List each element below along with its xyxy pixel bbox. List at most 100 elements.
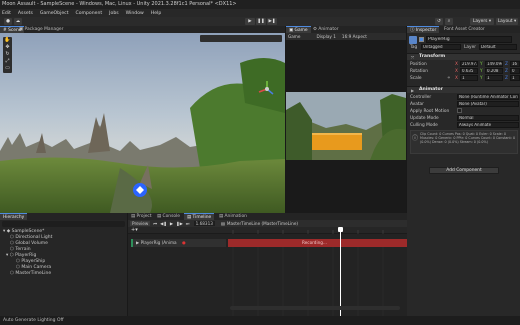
axis-x-label: X bbox=[455, 62, 458, 67]
hierarchy-search-input[interactable] bbox=[2, 221, 125, 227]
play-button[interactable]: ▶ bbox=[245, 18, 255, 25]
hierarchy-item-directional-light[interactable]: ⬡ Directional Light bbox=[10, 235, 52, 240]
scene-render bbox=[0, 33, 285, 213]
transform-header[interactable]: Transform bbox=[407, 53, 520, 60]
tab-animation[interactable]: ▤ Animation bbox=[216, 213, 250, 220]
animator-info-text: Clip Count: 0 Curves Pos: 0 Quat: 0 Eule… bbox=[420, 132, 516, 144]
track-header-playerrig[interactable]: ▶ PlayerRig (Anima ● bbox=[131, 239, 226, 247]
aspect-dropdown[interactable]: 16:9 Aspect bbox=[342, 34, 367, 39]
hierarchy-item-samplescene[interactable]: ▾ ◆ SampleScene* bbox=[3, 229, 44, 234]
root-motion-label: Apply Root Motion bbox=[410, 109, 450, 114]
tag-dropdown[interactable]: Untagged bbox=[421, 44, 461, 50]
timeline-ruler[interactable] bbox=[228, 227, 407, 234]
rect-tool-icon[interactable]: ▭ bbox=[3, 65, 12, 72]
animator-header[interactable]: Animator bbox=[407, 86, 520, 93]
menu-window[interactable]: Window bbox=[126, 11, 144, 16]
record-icon[interactable]: ● bbox=[182, 240, 186, 245]
window-title: Moon Assault - SampleScene - Windows, Ma… bbox=[0, 0, 520, 9]
update-mode-label: Update Mode bbox=[410, 116, 439, 121]
add-component-button[interactable]: Add Component bbox=[429, 167, 499, 174]
tab-hierarchy[interactable]: Hierarchy bbox=[0, 213, 28, 220]
position-y-field[interactable]: 149.094 bbox=[485, 61, 503, 67]
tab-timeline[interactable]: ▤ Timeline bbox=[184, 213, 215, 220]
tab-inspector[interactable]: ⓘ Inspector bbox=[407, 26, 440, 33]
next-frame-icon[interactable]: ❚▶ bbox=[176, 221, 183, 226]
add-track-icon[interactable]: +▾ bbox=[131, 227, 138, 233]
layers-dropdown[interactable]: Layers ▾ bbox=[470, 18, 494, 25]
object-name-field[interactable]: PlayerRig bbox=[426, 36, 512, 43]
scene-view[interactable]: ✋ ✥ ↻ ⤢ ▭ bbox=[0, 33, 285, 213]
rotation-x-field[interactable]: 0.635 bbox=[460, 68, 478, 74]
recording-clip[interactable]: Recording... bbox=[228, 239, 407, 247]
position-label: Position bbox=[410, 62, 427, 67]
tab-game[interactable]: ▣ Game bbox=[286, 26, 311, 33]
scale-y-field[interactable]: 1 bbox=[485, 75, 503, 81]
prev-frame-icon[interactable]: ◀❚ bbox=[160, 221, 167, 226]
axis-y-label: Y bbox=[480, 62, 483, 67]
root-motion-checkbox[interactable] bbox=[457, 108, 462, 113]
active-checkbox[interactable] bbox=[419, 37, 424, 42]
hand-tool-icon[interactable]: ✋ bbox=[3, 37, 12, 44]
step-button[interactable]: ▶❚ bbox=[267, 18, 277, 25]
tab-animator[interactable]: ⚙ Animator bbox=[310, 26, 342, 33]
tab-console[interactable]: ▤ Console bbox=[154, 213, 183, 220]
timeline-scrollbar[interactable] bbox=[230, 306, 400, 310]
info-icon: ⓘ bbox=[412, 135, 419, 142]
game-mode-dropdown[interactable]: Game bbox=[288, 34, 300, 39]
scale-tool-icon[interactable]: ⤢ bbox=[3, 58, 12, 65]
rotate-tool-icon[interactable]: ↻ bbox=[3, 51, 12, 58]
bottom-tabbar: ▤ Project ▤ Console ▤ Timeline ▤ Animati… bbox=[128, 213, 407, 220]
scale-z-field[interactable]: 1 bbox=[510, 75, 520, 81]
layout-dropdown[interactable]: Layout ▾ bbox=[496, 18, 518, 25]
hierarchy-item-main-camera[interactable]: ⬡ Main Camera bbox=[16, 265, 51, 270]
game-toolbar: Game Display 1 16:9 Aspect bbox=[286, 33, 406, 40]
account-icon[interactable]: ● bbox=[4, 18, 12, 25]
layer-label: Layer bbox=[464, 45, 476, 50]
controller-field[interactable]: None (Runtime Animator Controller) bbox=[457, 94, 519, 100]
axis-x-label: X bbox=[455, 69, 458, 74]
hierarchy-item-playerrig[interactable]: ▾ ⬡ PlayerRig bbox=[6, 253, 36, 258]
tab-font-asset-creator[interactable]: Font Asset Creator bbox=[441, 26, 488, 33]
tab-package-manager[interactable]: ▣ Package Manager bbox=[16, 26, 66, 33]
position-z-field[interactable]: 16 bbox=[510, 61, 520, 67]
menu-gameobject[interactable]: GameObject bbox=[40, 11, 69, 16]
hierarchy-item-terrain[interactable]: ⬡ Terrain bbox=[10, 247, 31, 252]
goto-start-icon[interactable]: ⏮ bbox=[153, 221, 157, 226]
link-icon[interactable]: ⚭ bbox=[447, 76, 451, 81]
menu-edit[interactable]: Edit bbox=[2, 11, 11, 16]
update-mode-dropdown[interactable]: Normal bbox=[457, 115, 519, 121]
rotation-y-field[interactable]: 0.208 bbox=[485, 68, 503, 74]
menu-help[interactable]: Help bbox=[151, 11, 161, 16]
menu-assets[interactable]: Assets bbox=[18, 11, 33, 16]
timeline-play-icon[interactable]: ▶ bbox=[170, 221, 173, 226]
scene-view-options[interactable] bbox=[200, 35, 282, 42]
move-tool-icon[interactable]: ✥ bbox=[3, 44, 12, 51]
goto-end-icon[interactable]: ⏭ bbox=[186, 221, 190, 226]
scene-tabbar: # Scene ▣ Package Manager bbox=[0, 26, 285, 33]
cloud-icon[interactable]: ☁ bbox=[14, 18, 22, 25]
hierarchy-item-global-volume[interactable]: ⬡ Global Volume bbox=[10, 241, 48, 246]
menu-component[interactable]: Component bbox=[76, 11, 103, 16]
avatar-field[interactable]: None (Avatar) bbox=[457, 101, 519, 107]
timeline-playhead[interactable] bbox=[340, 228, 341, 316]
layer-dropdown[interactable]: Default bbox=[479, 44, 517, 50]
preview-button[interactable]: Preview bbox=[130, 221, 151, 226]
history-icon[interactable]: ↺ bbox=[435, 18, 443, 25]
playhead-handle[interactable] bbox=[338, 227, 343, 232]
menu-jobs[interactable]: Jobs bbox=[109, 11, 118, 16]
tag-label: Tag bbox=[410, 45, 418, 50]
tab-project[interactable]: ▤ Project bbox=[128, 213, 155, 220]
scene-tools-palette: ✋ ✥ ↻ ⤢ ▭ bbox=[3, 37, 12, 73]
search-icon[interactable]: ⌕ bbox=[445, 18, 453, 25]
timeline-panel: ▤ Project ▤ Console ▤ Timeline ▤ Animati… bbox=[128, 213, 407, 316]
frame-field[interactable]: 1.68313 bbox=[193, 221, 215, 226]
game-view[interactable] bbox=[286, 40, 406, 213]
pause-button[interactable]: ❚❚ bbox=[256, 18, 266, 25]
rotation-z-field[interactable]: 0 bbox=[510, 68, 520, 74]
hierarchy-item-mastertimeline[interactable]: ⬡ MasterTimeLine bbox=[10, 271, 51, 276]
display-dropdown[interactable]: Display 1 bbox=[316, 34, 335, 39]
hierarchy-item-playership[interactable]: ⬡ PlayerShip bbox=[16, 259, 45, 264]
scale-x-field[interactable]: 1 bbox=[460, 75, 478, 81]
culling-mode-dropdown[interactable]: Always Animate bbox=[457, 122, 519, 128]
position-x-field[interactable]: 219.973 bbox=[460, 61, 478, 67]
